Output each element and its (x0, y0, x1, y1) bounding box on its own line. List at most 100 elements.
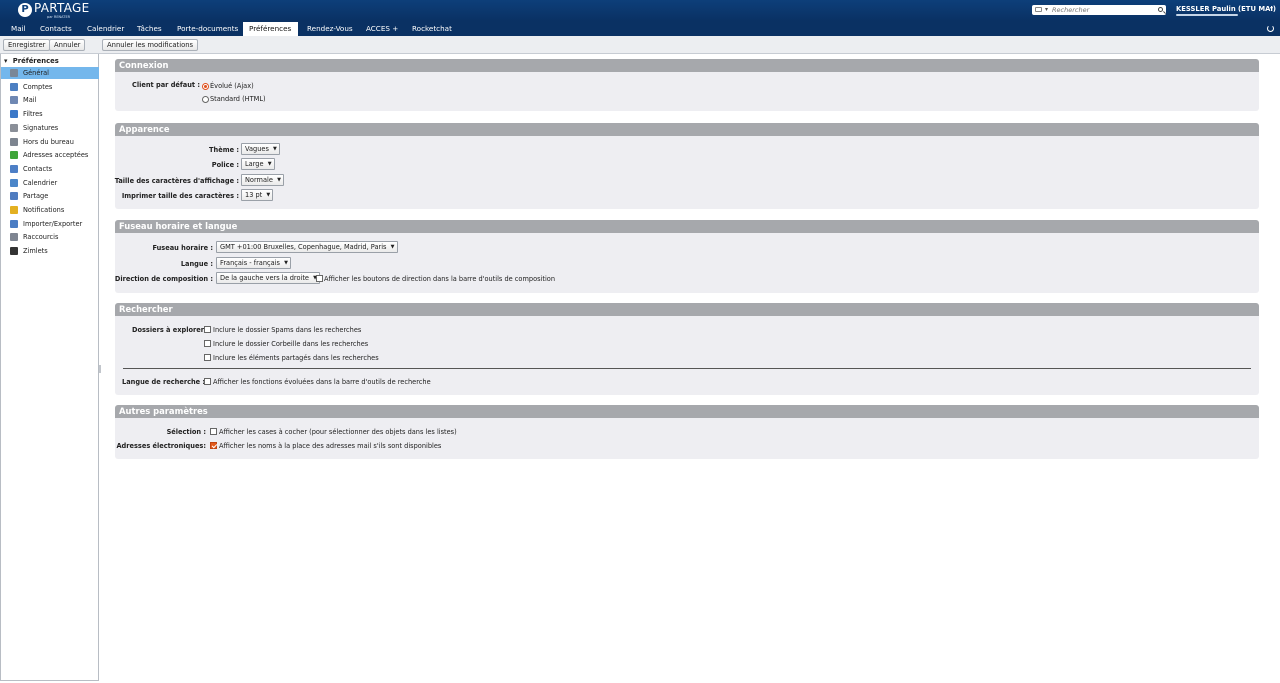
shield-icon (10, 151, 18, 160)
sidebar-splitter[interactable] (99, 365, 101, 373)
include-trash-label[interactable]: Inclure le dossier Corbeille dans les re… (213, 340, 368, 348)
section-fuseau: Fuseau horaire et langue Fuseau horaire … (115, 220, 1259, 293)
divider (123, 368, 1251, 369)
out-of-office-icon (10, 137, 18, 146)
direction-select-value: De la gauche vers la droite (220, 274, 309, 282)
theme-select[interactable]: Vagues ▼ (241, 143, 280, 155)
direction-buttons-checkbox[interactable] (316, 275, 323, 282)
chevron-down-icon: ▼ (267, 161, 272, 167)
sidebar-item-label: Mail (23, 96, 37, 105)
sidebar-item-comptes[interactable]: Comptes (1, 81, 99, 93)
sidebar-item-adresses-accept-es[interactable]: Adresses acceptées (1, 149, 99, 161)
sidebar-item-label: Adresses acceptées (23, 151, 89, 160)
sidebar-item-mail[interactable]: Mail (1, 94, 99, 106)
sidebar-item-label: Notifications (23, 206, 65, 214)
chevron-down-icon: ▼ (266, 192, 271, 198)
advanced-search-checkbox[interactable] (204, 378, 211, 385)
theme-label: Thème : (209, 146, 239, 154)
sidebar-item-notifications[interactable]: Notifications (1, 204, 99, 216)
tab-porte-documents[interactable]: Porte-documents (171, 22, 244, 36)
app-logo[interactable]: P PARTAGE par RENATER (18, 2, 118, 19)
radio-ajax[interactable] (202, 83, 209, 90)
tab-rendez-vous[interactable]: Rendez-Vous (301, 22, 359, 36)
include-spam-checkbox[interactable] (204, 326, 211, 333)
language-select[interactable]: Français - français ▼ (216, 257, 291, 269)
sidebar-item-contacts[interactable]: Contacts (1, 163, 99, 175)
font-select[interactable]: Large ▼ (241, 158, 275, 170)
chevron-down-icon[interactable]: ▾ (1045, 6, 1048, 13)
radio-html-label[interactable]: Standard (HTML) (210, 95, 266, 103)
include-trash-checkbox[interactable] (204, 340, 211, 347)
search-icon[interactable] (1158, 7, 1163, 12)
section-connexion: Connexion Client par défaut : Évolué (Aj… (115, 59, 1259, 111)
user-menu-chevron-icon[interactable]: ▾ (1270, 5, 1273, 12)
sidebar-item-label: Partage (23, 192, 49, 201)
cancel-button[interactable]: Annuler (49, 39, 86, 51)
direction-select[interactable]: De la gauche vers la droite▼ (216, 272, 320, 284)
logo-text: PARTAGE (34, 1, 90, 15)
sidebar-item-label: Général (23, 69, 49, 77)
sidebar-item-partage[interactable]: Partage (1, 190, 99, 202)
addresses-checkbox[interactable] (210, 442, 217, 449)
refresh-icon[interactable] (1267, 25, 1274, 32)
section-title: Rechercher (115, 303, 1259, 316)
user-menu[interactable]: KESSLER Paulin (ETU MAI) (1176, 5, 1276, 13)
sidebar-item-zimlets[interactable]: Zimlets (1, 245, 99, 257)
chevron-down-icon: ▼ (284, 260, 288, 266)
addresses-label: Adresses électroniques: (116, 442, 206, 450)
undo-changes-button[interactable]: Annuler les modifications (102, 39, 199, 51)
tab-contacts[interactable]: Contacts (34, 22, 78, 36)
search-type-icon[interactable] (1035, 7, 1042, 12)
selection-check-label[interactable]: Afficher les cases à cocher (pour sélect… (219, 428, 457, 436)
advanced-search-label[interactable]: Afficher les fonctions évoluées dans la … (213, 378, 431, 386)
radio-html[interactable] (202, 96, 209, 103)
section-title: Apparence (115, 123, 1259, 136)
radio-ajax-label[interactable]: Évolué (Ajax) (210, 82, 254, 90)
direction-buttons-label[interactable]: Afficher les boutons de direction dans l… (324, 275, 555, 283)
share-icon (10, 192, 18, 201)
section-apparence: Apparence Thème : Vagues ▼ Police : Large… (115, 123, 1259, 209)
tab-mail[interactable]: Mail (5, 22, 32, 36)
addresses-check-label[interactable]: Afficher les noms à la place des adresse… (219, 442, 441, 450)
sidebar-item-label: Raccourcis (23, 233, 59, 242)
tab-acces[interactable]: ACCES + (360, 22, 404, 36)
print-size-label: Imprimer taille des caractères : (121, 192, 239, 200)
sidebar-item-label: Importer/Exporter (23, 219, 83, 228)
search-input[interactable] (1052, 5, 1152, 15)
section-autres: Autres paramètres Sélection : Afficher l… (115, 405, 1259, 459)
collapse-toggle-icon[interactable]: ▾ (4, 57, 7, 65)
signature-icon (10, 123, 18, 132)
tab-calendrier[interactable]: Calendrier (81, 22, 130, 36)
font-size-select[interactable]: Normale ▼ (241, 174, 284, 186)
sidebar-item-g-n-ral[interactable]: Général (1, 67, 99, 79)
font-select-value: Large (245, 160, 264, 168)
include-spam-label[interactable]: Inclure le dossier Spams dans les recher… (213, 326, 361, 334)
sidebar-item-raccourcis[interactable]: Raccourcis (1, 231, 99, 243)
sidebar-item-filtres[interactable]: Filtres (1, 108, 99, 120)
zimlets-icon (10, 247, 18, 256)
sidebar-item-importer-exporter[interactable]: Importer/Exporter (1, 218, 99, 230)
include-shared-checkbox[interactable] (204, 354, 211, 361)
shortcuts-icon (10, 233, 18, 242)
gear-icon (10, 69, 18, 77)
sidebar-item-signatures[interactable]: Signatures (1, 122, 99, 134)
sidebar-item-hors-du-bureau[interactable]: Hors du bureau (1, 136, 99, 148)
include-shared-label[interactable]: Inclure les éléments partagés dans les r… (213, 354, 379, 362)
sidebar-item-label: Comptes (23, 82, 53, 91)
direction-label: Direction de composition : (114, 275, 213, 283)
print-size-select[interactable]: 13 pt ▼ (241, 189, 274, 201)
accounts-icon (10, 82, 18, 91)
filter-icon (10, 110, 18, 119)
save-button[interactable]: Enregistrer (3, 39, 51, 51)
tab-preferences[interactable]: Préférences (243, 22, 298, 36)
section-title: Connexion (115, 59, 1259, 72)
chevron-down-icon: ▼ (390, 244, 395, 250)
timezone-select[interactable]: GMT +01:00 Bruxelles, Copenhague, Madrid… (216, 241, 398, 253)
sidebar-item-calendrier[interactable]: Calendrier (1, 177, 99, 189)
selection-checkbox[interactable] (210, 428, 217, 435)
sidebar-header[interactable]: ▾ Préférences (4, 57, 59, 65)
font-size-label: Taille des caractères d'affichage : (114, 177, 239, 185)
chevron-down-icon: ▼ (277, 177, 281, 183)
tab-rocketchat[interactable]: Rocketchat (406, 22, 458, 36)
tab-taches[interactable]: Tâches (131, 22, 168, 36)
